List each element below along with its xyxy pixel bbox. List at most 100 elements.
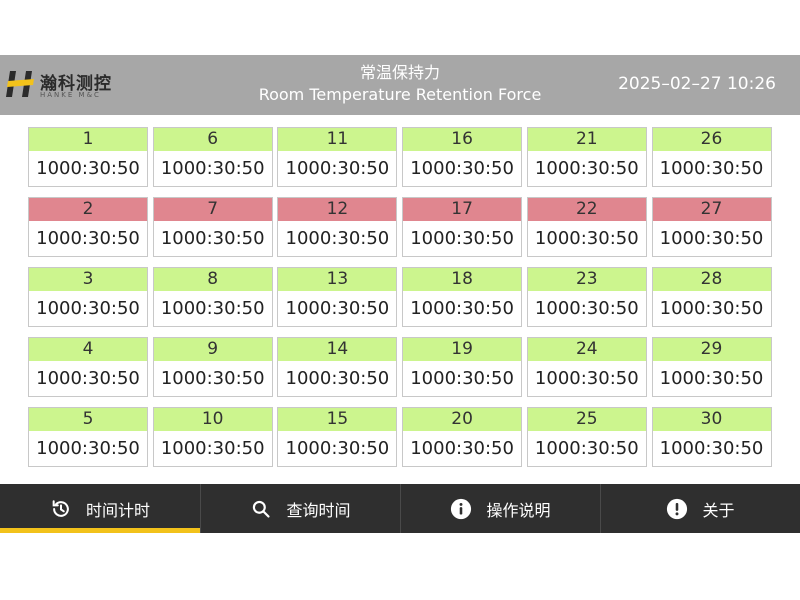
station-number: 9: [153, 338, 272, 361]
station-cell[interactable]: 11 1000:30:50: [277, 127, 398, 187]
station-number: 7: [153, 198, 272, 221]
page-title-chinese: 常温保持力: [359, 63, 440, 82]
nav-label-instructions: 操作说明: [486, 500, 551, 520]
station-cell[interactable]: 21 1000:30:50: [526, 127, 647, 187]
station-cell[interactable]: 4 1000:30:50: [28, 337, 148, 397]
nav-label-timing: 时间计时: [85, 500, 150, 520]
station-number: 8: [153, 268, 272, 291]
station-number: 11: [278, 128, 397, 151]
station-elapsed-time: 1000:30:50: [160, 368, 265, 389]
station-number: 22: [527, 198, 646, 221]
station-cell[interactable]: 22 1000:30:50: [526, 197, 647, 257]
station-cell[interactable]: 3 1000:30:50: [28, 267, 148, 327]
header-bar: 瀚科测控 HANKE M&C 常温保持力 Room Temperature Re…: [0, 55, 800, 115]
bottom-nav: 时间计时 查询时间 操作说明 关于: [0, 484, 800, 533]
station-cell[interactable]: 9 1000:30:50: [152, 337, 273, 397]
station-cell[interactable]: 24 1000:30:50: [526, 337, 647, 397]
station-cell[interactable]: 1 1000:30:50: [28, 127, 148, 187]
nav-tab-instructions[interactable]: 操作说明: [400, 484, 600, 533]
station-cell[interactable]: 17 1000:30:50: [402, 197, 523, 257]
station-number: 25: [527, 408, 646, 431]
station-number: 21: [527, 128, 646, 151]
station-cell[interactable]: 28 1000:30:50: [651, 267, 772, 327]
station-cell[interactable]: 12 1000:30:50: [277, 197, 398, 257]
station-cell[interactable]: 8 1000:30:50: [152, 267, 273, 327]
station-cell[interactable]: 27 1000:30:50: [651, 197, 772, 257]
station-elapsed-time: 1000:30:50: [534, 368, 639, 389]
station-elapsed-time: 1000:30:50: [534, 438, 639, 459]
station-elapsed-time: 1000:30:50: [285, 368, 390, 389]
station-cell[interactable]: 19 1000:30:50: [402, 337, 523, 397]
station-number: 15: [278, 408, 397, 431]
station-cell[interactable]: 5 1000:30:50: [28, 407, 148, 467]
station-number: 28: [652, 268, 771, 291]
station-elapsed-time: 1000:30:50: [36, 368, 140, 389]
station-number: 16: [403, 128, 522, 151]
station-elapsed-time: 1000:30:50: [410, 368, 514, 389]
station-number: 20: [403, 408, 522, 431]
station-elapsed-time: 1000:30:50: [160, 438, 265, 459]
station-cell[interactable]: 14 1000:30:50: [277, 337, 398, 397]
station-cell[interactable]: 10 1000:30:50: [152, 407, 273, 467]
app-screen: 瀚科测控 HANKE M&C 常温保持力 Room Temperature Re…: [0, 55, 800, 533]
station-elapsed-time: 1000:30:50: [410, 298, 514, 319]
search-icon: [250, 498, 272, 520]
station-number: 27: [652, 198, 771, 221]
station-elapsed-time: 1000:30:50: [410, 228, 514, 249]
station-elapsed-time: 1000:30:50: [160, 228, 265, 249]
nav-tab-timing[interactable]: 时间计时: [0, 484, 200, 533]
station-elapsed-time: 1000:30:50: [36, 158, 140, 179]
station-number: 30: [652, 408, 771, 431]
exclamation-icon: [666, 498, 688, 520]
station-cell[interactable]: 15 1000:30:50: [277, 407, 398, 467]
station-cell[interactable]: 29 1000:30:50: [651, 337, 772, 397]
station-cell[interactable]: 23 1000:30:50: [526, 267, 647, 327]
station-elapsed-time: 1000:30:50: [36, 438, 140, 459]
station-number: 23: [527, 268, 646, 291]
station-number: 3: [29, 268, 147, 291]
current-datetime: 2025–02–27 10:26: [618, 74, 776, 94]
station-cell[interactable]: 2 1000:30:50: [28, 197, 148, 257]
company-logo: 瀚科测控 HANKE M&C: [6, 67, 126, 103]
station-number: 5: [29, 408, 147, 431]
station-number: 12: [278, 198, 397, 221]
station-number: 17: [403, 198, 522, 221]
info-icon: [450, 498, 472, 520]
station-elapsed-time: 1000:30:50: [410, 158, 514, 179]
station-cell[interactable]: 13 1000:30:50: [277, 267, 398, 327]
station-elapsed-time: 1000:30:50: [534, 228, 639, 249]
station-cell[interactable]: 6 1000:30:50: [152, 127, 273, 187]
station-cell[interactable]: 26 1000:30:50: [651, 127, 772, 187]
page-title-english: Room Temperature Retention Force: [258, 85, 542, 104]
station-elapsed-time: 1000:30:50: [659, 228, 764, 249]
station-number: 18: [403, 268, 522, 291]
nav-label-query: 查询时间: [286, 500, 351, 520]
station-cell[interactable]: 30 1000:30:50: [651, 407, 772, 467]
station-cell[interactable]: 25 1000:30:50: [526, 407, 647, 467]
station-elapsed-time: 1000:30:50: [36, 228, 140, 249]
nav-tab-query[interactable]: 查询时间: [200, 484, 400, 533]
nav-tab-about[interactable]: 关于: [600, 484, 800, 533]
nav-label-about: 关于: [702, 500, 735, 520]
station-number: 2: [29, 198, 147, 221]
station-cell[interactable]: 18 1000:30:50: [402, 267, 523, 327]
station-cell[interactable]: 16 1000:30:50: [402, 127, 523, 187]
station-elapsed-time: 1000:30:50: [534, 158, 639, 179]
station-elapsed-time: 1000:30:50: [659, 438, 764, 459]
station-elapsed-time: 1000:30:50: [659, 298, 764, 319]
station-elapsed-time: 1000:30:50: [285, 438, 390, 459]
station-number: 26: [652, 128, 771, 151]
station-number: 14: [278, 338, 397, 361]
station-elapsed-time: 1000:30:50: [36, 298, 140, 319]
station-number: 1: [29, 128, 147, 151]
station-cell[interactable]: 20 1000:30:50: [402, 407, 523, 467]
history-clock-icon: [50, 498, 72, 520]
station-elapsed-time: 1000:30:50: [285, 228, 390, 249]
station-number: 4: [29, 338, 147, 361]
station-number: 13: [278, 268, 397, 291]
station-cell[interactable]: 7 1000:30:50: [152, 197, 273, 257]
logo-mark-icon: [6, 71, 34, 97]
station-elapsed-time: 1000:30:50: [285, 158, 390, 179]
station-number: 10: [153, 408, 272, 431]
station-number: 19: [403, 338, 522, 361]
